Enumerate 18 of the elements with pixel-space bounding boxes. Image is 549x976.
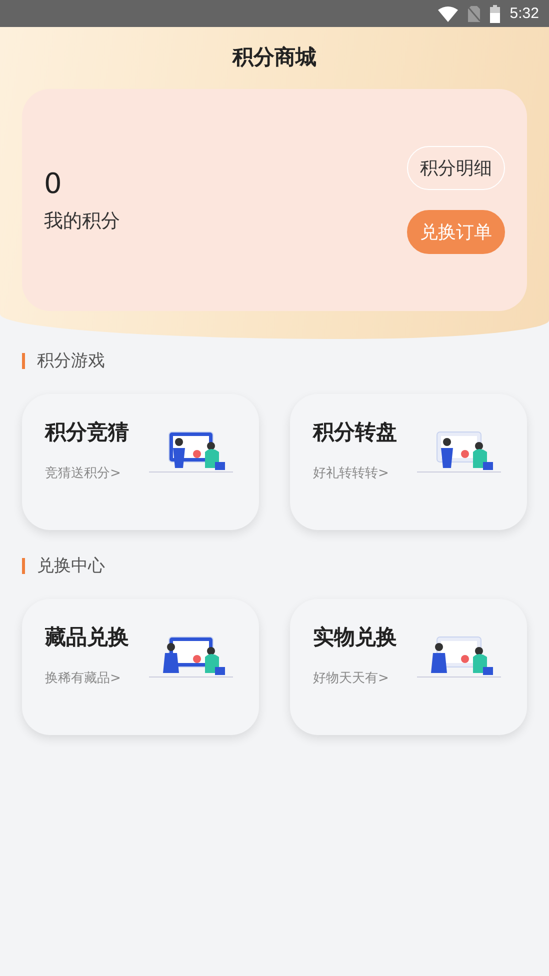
page-title: 积分商城: [231, 44, 318, 71]
feature-card[interactable]: 积分竞猜 竞猜送积分>: [22, 394, 259, 530]
card-title: 积分竞猜: [45, 419, 129, 446]
battery-icon: [490, 4, 500, 22]
no-sim-icon: [468, 6, 480, 22]
card-title: 实物兑换: [313, 624, 397, 651]
card-title: 藏品兑换: [45, 624, 129, 651]
feature-card[interactable]: 积分转盘 好礼转转转>: [290, 394, 527, 530]
details-button[interactable]: 积分明细: [407, 146, 505, 190]
status-time: 5:32: [510, 5, 539, 22]
card-title: 积分转盘: [313, 419, 397, 446]
feature-card[interactable]: 实物兑换 好物天天有>: [290, 599, 527, 735]
wifi-icon: [438, 6, 458, 22]
points-value: 0: [44, 166, 63, 200]
section-title: 积分游戏: [37, 350, 105, 372]
section-title: 兑换中心: [37, 555, 105, 577]
points-label: 我的积分: [44, 208, 120, 234]
feature-card[interactable]: 藏品兑换 换稀有藏品>: [22, 599, 259, 735]
